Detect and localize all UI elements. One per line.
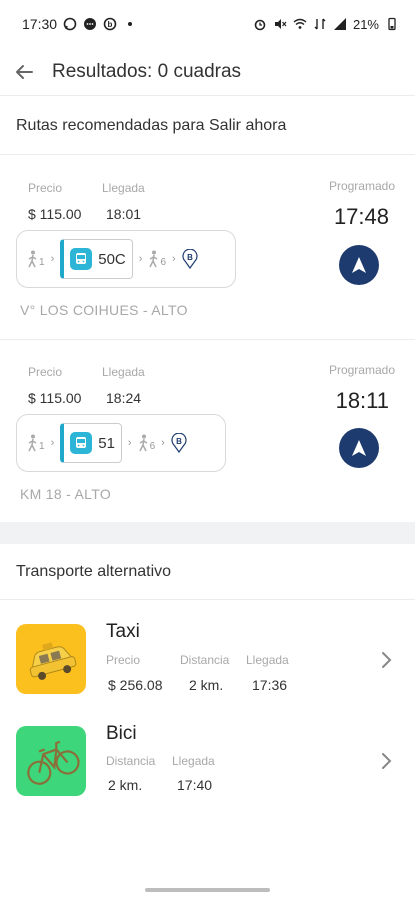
bus-line-number: 50C [98,250,126,268]
walk-step: 1 [27,434,45,452]
home-indicator[interactable] [145,888,270,892]
taxi-price: $ 256.08 [108,677,163,693]
taxi-distance: 2 km. [189,677,224,693]
chevron-right-icon: › [172,253,176,265]
route-card[interactable]: Precio Llegada $ 115.00 18:24 Programado… [0,340,415,522]
chevron-right-icon: › [161,437,165,449]
navigate-button[interactable] [339,428,379,468]
route-steps: 1 › 50C › 6 › B [16,230,236,288]
battery-percent: 21% [352,16,379,32]
section-divider [0,522,415,544]
chevron-right-icon [382,753,392,769]
route-price: $ 115.00 [28,206,82,222]
bus-icon [70,248,93,270]
route-name: KM 18 - ALTO [20,486,112,502]
navigation-arrow-icon [352,257,366,273]
scheduled-time: 17:48 [333,204,389,229]
mute-icon [274,19,287,29]
status-right: 21% [253,17,399,32]
walk-blocks: 1 [39,257,45,268]
lte-icon [314,18,326,30]
walking-person-icon [28,250,37,268]
chevron-right-icon [382,652,392,668]
bike-distance-label: Distancia [106,754,156,768]
walk-step: 1 [27,250,45,268]
taxi-option[interactable]: Taxi Precio Distancia Llegada $ 256.08 2… [0,621,415,724]
destination-pin-icon: B [182,249,198,269]
page-title: Resultados: 0 cuadras [52,60,242,82]
bicycle-icon [16,726,86,796]
bike-arrival: 17:40 [177,777,213,793]
navigation-arrow-icon [352,440,366,456]
status-left: 17:30 b [22,16,137,32]
dot-icon [128,22,133,26]
taxi-price-label: Precio [106,653,141,667]
destination-badge: B [187,253,193,262]
destination-badge: B [176,437,182,446]
walk-blocks: 6 [160,257,166,268]
back-button[interactable] [4,52,44,92]
taxi-title: Taxi [106,621,140,642]
walk-blocks: 1 [39,441,45,452]
app-bar: Resultados: 0 cuadras [0,48,415,96]
scheduled-time: 18:11 [335,388,389,413]
chat-icon [84,18,97,30]
route-price: $ 115.00 [28,390,82,406]
svg-text:b: b [108,20,113,29]
route-steps: 1 › 51 › 6 › B [16,414,226,472]
taxi-distance-label: Distancia [180,653,230,667]
chevron-right-icon: › [127,437,132,449]
taxi-icon [16,624,86,694]
price-label: Precio [28,365,63,379]
status-time: 17:30 [22,16,58,32]
bus-line-number: 51 [98,434,115,452]
bike-title: Bici [106,723,137,744]
walk-step: 6 [138,434,156,452]
walking-person-icon [149,250,158,268]
alarm-icon [254,19,266,31]
bike-option[interactable]: Bici Distancia Llegada 2 km. 17:40 [0,723,415,826]
walking-person-icon [138,434,147,452]
arrival-label: Llegada [102,181,145,195]
price-label: Precio [28,181,63,195]
status-bar: 17:30 b 21% [0,0,415,48]
arrival-label: Llegada [102,365,145,379]
walking-person-icon [28,434,37,452]
scheduled-label: Programado [328,363,395,377]
chevron-right-icon: › [138,253,143,265]
chevron-right-icon: › [50,253,55,265]
taxi-arrival-label: Llegada [246,653,289,667]
chevron-right-icon: › [50,437,55,449]
route-arrival: 18:24 [106,390,142,406]
whatsapp-icon [63,17,77,31]
route-card[interactable]: Precio Llegada $ 115.00 18:01 Programado… [0,156,415,340]
scheduled-label: Programado [328,179,395,193]
recommended-routes-header: Rutas recomendadas para Salir ahora [0,97,415,155]
b-app-icon: b [103,17,117,31]
route-arrival: 18:01 [106,206,142,222]
bus-step: 50C [60,239,133,279]
bike-distance: 2 km. [108,777,143,793]
bus-icon [70,432,93,454]
destination-pin-icon: B [171,433,187,453]
route-name: V° LOS COIHUES - ALTO [20,302,188,318]
bike-arrival-label: Llegada [172,754,215,768]
battery-icon [388,17,396,31]
arrow-left-icon [16,64,33,79]
signal-icon [333,18,346,30]
walk-step: 6 [148,250,166,268]
navigate-button[interactable] [339,245,379,285]
wifi-icon [293,18,307,29]
alternative-transport-header: Transporte alternativo [0,544,415,600]
bus-step: 51 [60,423,122,463]
taxi-arrival: 17:36 [252,677,288,693]
walk-blocks: 6 [149,441,156,452]
